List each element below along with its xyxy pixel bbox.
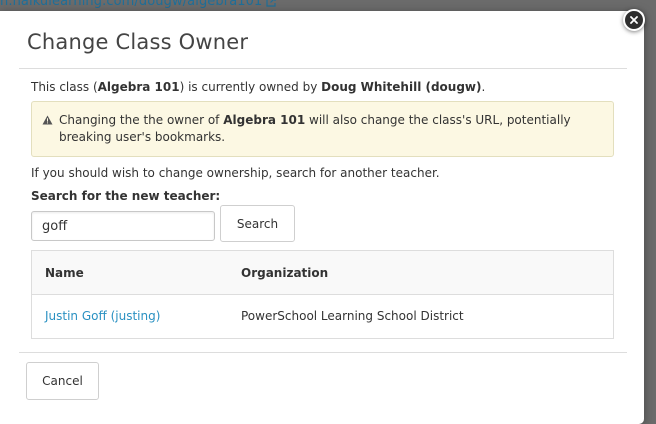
- cancel-button[interactable]: Cancel: [26, 362, 99, 400]
- external-link-icon: [266, 0, 276, 7]
- search-button[interactable]: Search: [220, 205, 295, 242]
- change-owner-dialog: Change Class Owner This class (Algebra 1…: [0, 11, 644, 424]
- owned-middle: ) is currently owned by: [179, 80, 322, 94]
- background-url-text: n.haikulearning.com/dougw/algebra101: [0, 0, 263, 9]
- table-row: Justin Goff (justing) PowerSchool Learni…: [32, 295, 613, 339]
- warning-triangle-icon: [42, 115, 53, 125]
- teacher-search-input[interactable]: [31, 211, 215, 241]
- warning-text: Changing the the owner of Algebra 101 wi…: [59, 112, 604, 146]
- close-icon: [630, 16, 638, 24]
- background-class-url: n.haikulearning.com/dougw/algebra101: [0, 0, 276, 9]
- dialog-title: Change Class Owner: [27, 30, 249, 54]
- header-divider: [19, 68, 627, 69]
- owned-prefix: This class (: [31, 80, 98, 94]
- current-owner-text: This class (Algebra 101) is currently ow…: [31, 80, 485, 94]
- owned-class-name: Algebra 101: [97, 80, 180, 94]
- warning-alert: Changing the the owner of Algebra 101 wi…: [31, 101, 614, 157]
- close-button[interactable]: [623, 9, 645, 31]
- teacher-name-link[interactable]: Justin Goff (justing): [45, 309, 160, 323]
- header-organization: Organization: [241, 266, 329, 280]
- intro-text: If you should wish to change ownership, …: [31, 166, 440, 180]
- header-name: Name: [45, 266, 84, 280]
- owned-suffix: .: [481, 80, 486, 94]
- search-label: Search for the new teacher:: [31, 189, 221, 203]
- teacher-organization: PowerSchool Learning School District: [241, 309, 464, 323]
- table-header: Name Organization: [32, 251, 613, 295]
- results-table: Name Organization Justin Goff (justing) …: [31, 250, 614, 339]
- warning-prefix: Changing the the owner of: [59, 113, 224, 127]
- current-owner-name: Doug Whitehill (dougw): [321, 80, 482, 94]
- footer-divider: [19, 352, 627, 353]
- warning-class-name: Algebra 101: [223, 113, 306, 127]
